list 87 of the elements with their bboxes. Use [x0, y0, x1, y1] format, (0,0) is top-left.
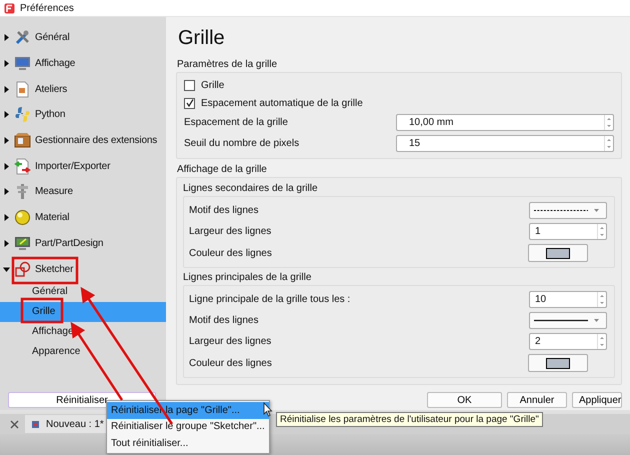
field-label: Seuil du nombre de pixels: [184, 138, 300, 149]
expand-arrow-icon[interactable]: [3, 60, 10, 68]
dialog-button[interactable]: Appliquer: [572, 392, 622, 408]
checkbox-label: Grille: [201, 80, 224, 90]
spin-box[interactable]: 2: [529, 333, 607, 350]
section-title: Paramètres de la grille: [177, 59, 278, 70]
menu-item[interactable]: Réinitialiser la page "Grille"...: [107, 402, 269, 418]
caliper-icon: [14, 183, 31, 200]
spin-arrows-icon[interactable]: [597, 224, 606, 239]
sidebar-item[interactable]: Grille: [0, 302, 166, 322]
page-title: Grille: [178, 27, 226, 50]
spin-box[interactable]: 10: [529, 291, 607, 308]
spin-value: 10: [535, 294, 546, 305]
import-export-icon: [14, 158, 31, 175]
spin-arrows-icon[interactable]: [597, 334, 606, 349]
collapse-arrow-icon[interactable]: [3, 266, 10, 273]
sphere-icon: [14, 209, 31, 226]
expand-arrow-icon[interactable]: [3, 188, 10, 196]
tooltip: Réinitialise les paramètres de l'utilisateur pour la page "Grille": [276, 412, 543, 427]
field-label: Espacement de la grille: [184, 117, 288, 128]
sidebar-item[interactable]: Affichage: [35, 58, 76, 70]
spin-value: 1: [535, 226, 541, 237]
package-icon: [14, 132, 31, 150]
expand-arrow-icon[interactable]: [3, 34, 10, 42]
field-label: Motif des lignes: [189, 315, 258, 326]
window-title: Préférences: [20, 2, 74, 14]
field-label: Motif des lignes: [189, 205, 258, 216]
caret-icon: [594, 209, 599, 212]
sidebar-item[interactable]: Gestionnaire des extensions: [35, 135, 158, 146]
field-label: Couleur des lignes: [189, 248, 272, 258]
section-title: Affichage de la grille: [177, 164, 268, 175]
checkbox[interactable]: [184, 98, 195, 108]
workbench-icon: [14, 234, 31, 252]
expand-arrow-icon[interactable]: [3, 240, 10, 247]
sidebar-item[interactable]: Part/PartDesign: [35, 238, 104, 249]
line-pattern-icon: [534, 319, 588, 322]
dialog-button[interactable]: OK: [427, 392, 502, 408]
expand-arrow-icon[interactable]: [3, 214, 10, 222]
expand-arrow-icon[interactable]: [3, 111, 10, 118]
line-pattern-icon: [534, 209, 588, 212]
sidebar-item[interactable]: Général: [0, 282, 166, 302]
expand-arrow-icon[interactable]: [3, 137, 10, 144]
field-label: Largeur des lignes: [189, 226, 272, 237]
expand-arrow-icon[interactable]: [3, 86, 10, 93]
sidebar-item[interactable]: Ateliers: [35, 84, 68, 95]
menu-item[interactable]: Tout réinitialiser...: [107, 435, 269, 452]
group-title: Lignes secondaires de la grille: [183, 183, 319, 194]
spin-box[interactable]: 10,00 mm: [396, 114, 614, 131]
spin-arrows-icon[interactable]: [604, 136, 613, 151]
spin-box[interactable]: 15: [396, 135, 614, 152]
group-title: Lignes principales de la grille: [183, 272, 312, 283]
sketch-icon: [14, 260, 31, 278]
sidebar-item[interactable]: Sketcher: [35, 264, 74, 275]
field-label: Largeur des lignes: [189, 336, 272, 347]
spin-value: 15: [409, 138, 420, 149]
field-label: Ligne principale de la grille tous les :: [189, 294, 350, 305]
document-icon: [31, 420, 40, 428]
app-logo-icon: [4, 2, 15, 14]
spin-arrows-icon[interactable]: [597, 292, 606, 307]
sidebar-item[interactable]: Measure: [35, 186, 73, 198]
check-icon: [186, 99, 194, 107]
color-button[interactable]: [528, 244, 588, 262]
expand-arrow-icon[interactable]: [3, 162, 10, 170]
document-icon: [14, 80, 31, 98]
line-pattern-dropdown[interactable]: [529, 312, 607, 329]
spin-arrows-icon[interactable]: [604, 115, 613, 130]
checkbox[interactable]: [184, 80, 195, 90]
sidebar-item[interactable]: Python: [35, 109, 66, 120]
checkbox-label: Espacement automatique de la grille: [201, 98, 363, 108]
highlight-frame: [20, 298, 64, 324]
monitor-icon: [14, 55, 31, 72]
spin-box[interactable]: 1: [529, 223, 607, 240]
sidebar-item[interactable]: Importer/Exporter: [35, 160, 110, 172]
close-icon[interactable]: [10, 420, 19, 428]
tools-icon: [14, 29, 31, 46]
sidebar-item[interactable]: Apparence: [0, 342, 166, 362]
spin-value: 2: [535, 336, 541, 347]
spin-value: 10,00 mm: [409, 117, 454, 128]
field-label: Couleur des lignes: [189, 358, 272, 368]
dialog-button[interactable]: Annuler: [507, 392, 567, 408]
color-button[interactable]: [528, 354, 588, 372]
caret-icon: [594, 319, 599, 322]
sidebar-item[interactable]: Général: [35, 32, 70, 44]
line-pattern-dropdown[interactable]: [529, 202, 607, 219]
sidebar-item[interactable]: Material: [35, 212, 70, 224]
python-icon: [14, 106, 31, 124]
highlight-frame: [12, 256, 78, 284]
